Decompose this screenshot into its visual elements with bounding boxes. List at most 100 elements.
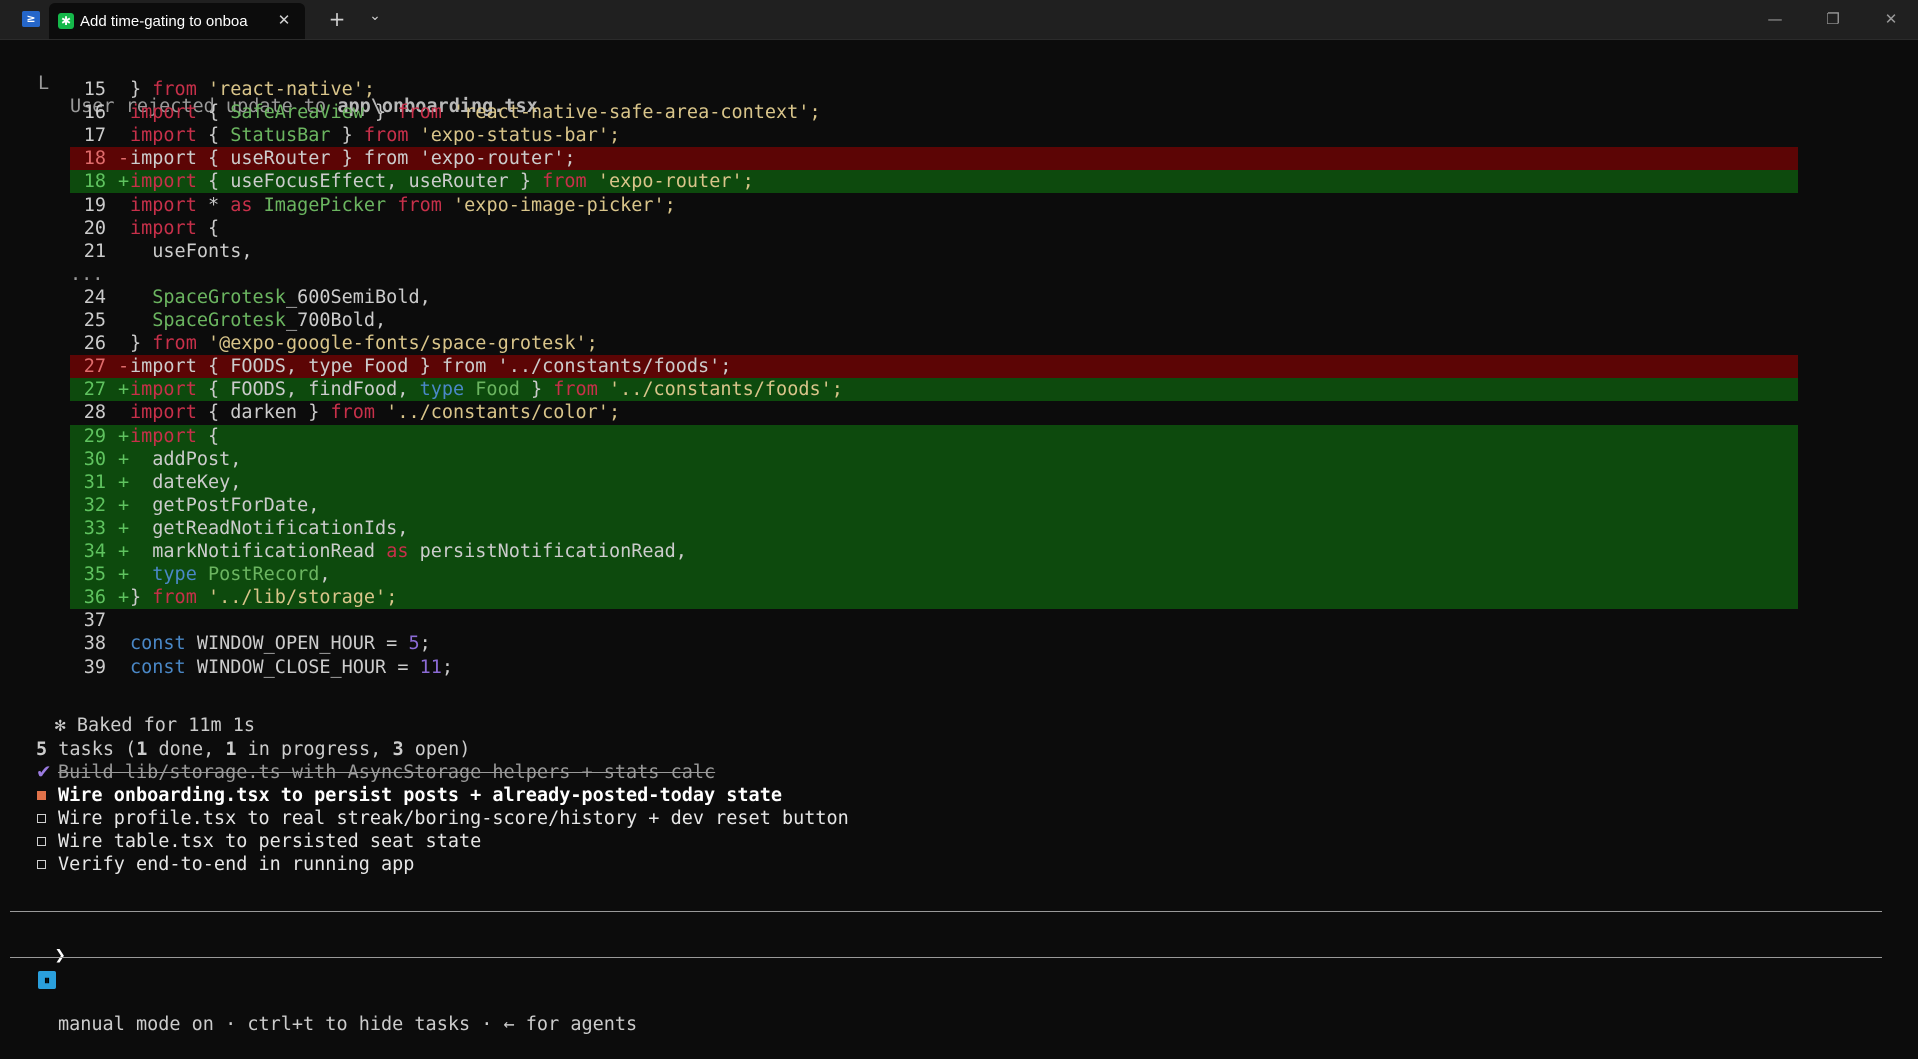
code-text: SpaceGrotesk_600SemiBold,	[130, 286, 430, 309]
terminal-output[interactable]: L User rejected update to app\onboarding…	[0, 39, 1918, 1035]
code-text: type PostRecord,	[130, 563, 330, 586]
code-text: useFonts,	[130, 240, 253, 263]
open-square-icon	[37, 837, 46, 847]
task-text: Verify end-to-end in running app	[58, 854, 415, 876]
status-text: Baked for 11m 1s	[76, 715, 256, 736]
claude-asterisk-icon: ✱	[58, 13, 74, 29]
code-token: StatusBar	[230, 125, 331, 147]
minimize-button[interactable]: —	[1752, 3, 1798, 35]
code-token: {	[196, 425, 220, 447]
code-token: {	[196, 102, 231, 124]
code-token: type	[419, 379, 465, 401]
code-token: useFonts,	[130, 240, 253, 262]
diff-line: 20 import {	[0, 217, 1900, 240]
diff-line: 24 SpaceGrotesk_600SemiBold,	[0, 286, 1900, 309]
chevron-down-icon[interactable]: ⌄	[361, 4, 389, 28]
code-token: from	[542, 171, 587, 193]
code-token: import	[130, 171, 197, 193]
code-token: SafeAreaView	[230, 102, 364, 124]
code-token: import	[130, 217, 197, 239]
task-item: Verify end-to-end in running app	[0, 853, 1000, 876]
code-token: {	[196, 217, 220, 239]
diff-line: 38 const WINDOW_OPEN_HOUR = 5;	[0, 632, 1900, 655]
code-token: *	[196, 194, 231, 216]
diff-line: 29 + import {	[0, 424, 1900, 448]
code-text: dateKey,	[130, 471, 241, 494]
code-token: '../constants/foods';	[597, 379, 843, 401]
line-number: 15	[83, 79, 106, 100]
code-text: import * as ImagePicker from 'expo-image…	[130, 194, 676, 217]
code-token: 'expo-router';	[586, 171, 754, 193]
code-text: } from '@expo-google-fonts/space-grotesk…	[130, 332, 598, 355]
diff-line: 25 SpaceGrotesk_700Bold,	[0, 309, 1900, 332]
code-token: type	[152, 564, 197, 586]
code-token: import	[130, 402, 197, 424]
code-text: getReadNotificationIds,	[130, 517, 408, 540]
code-text: import { useFocusEffect, useRouter } fro…	[130, 170, 754, 193]
code-text: markNotificationRead as persistNotificat…	[130, 540, 687, 563]
code-token: ;	[441, 656, 454, 678]
diff-line: 17 import { StatusBar } from 'expo-status…	[0, 124, 1900, 147]
code-token: }	[130, 79, 153, 100]
prompt-divider-top	[10, 911, 1882, 912]
diff-line: 36 +} from '../lib/storage';	[0, 586, 1900, 610]
line-number: 25	[83, 310, 106, 331]
close-window-button[interactable]: ✕	[1868, 3, 1914, 35]
title-bar: ≥ ✱ Add time-gating to onboa ✕ + ⌄ — ❐ ✕	[0, 0, 1918, 40]
code-token: import { FOODS, type Food } from '../con…	[130, 356, 732, 378]
line-number: 16	[83, 102, 106, 124]
line-number: 18	[83, 171, 106, 193]
line-number: 31	[83, 471, 106, 493]
code-token: '@expo-google-fonts/space-grotesk';	[196, 333, 598, 355]
added-line-highlight	[70, 470, 1798, 494]
diff-line: 34 + markNotificationRead as persistNotif…	[0, 540, 1900, 563]
diff-line: 37	[0, 609, 1900, 632]
code-token: 11	[419, 656, 442, 678]
code-token: 'expo-status-bar';	[408, 125, 621, 147]
line-number: 33	[83, 517, 106, 539]
code-token: ImagePicker	[252, 194, 398, 216]
code-token: { useFocusEffect, useRouter }	[196, 171, 543, 193]
task-item: ✔ Build lib/storage.ts with AsyncStorage …	[0, 761, 1000, 784]
line-number: 35	[83, 564, 106, 586]
task-text: Wire table.tsx to persisted seat state	[58, 831, 482, 853]
diff-line: 35 + type PostRecord,	[0, 563, 1900, 587]
code-text: import {	[130, 425, 219, 448]
code-token: { FOODS, findFood,	[196, 379, 420, 401]
line-number: ...	[70, 263, 104, 285]
code-token: ;	[419, 633, 431, 655]
tab-active[interactable]: ✱ Add time-gating to onboa ✕	[49, 3, 305, 39]
code-token: markNotificationRead	[130, 541, 387, 562]
diff-line: 26} from '@expo-google-fonts/space-grote…	[0, 332, 1900, 355]
restore-button[interactable]: ❐	[1810, 3, 1856, 35]
code-text: import { darken } from '../constants/col…	[130, 401, 620, 424]
code-token: from	[553, 379, 598, 401]
code-token: from	[397, 102, 442, 124]
code-token: }	[519, 379, 554, 401]
prompt-row[interactable]: ❯	[10, 921, 66, 966]
added-line-highlight	[70, 424, 1798, 448]
code-token: }	[330, 125, 364, 147]
code-token: 'react-native-safe-area-context';	[441, 102, 821, 124]
code-token: import	[130, 379, 197, 401]
line-number: 28	[83, 402, 106, 424]
code-token: }	[363, 102, 398, 124]
diff-line: 30 + addPost,	[0, 447, 1900, 471]
code-token: import	[130, 102, 197, 124]
line-number: 29	[83, 425, 106, 447]
code-token: import	[130, 125, 197, 147]
added-line-highlight	[70, 493, 1798, 517]
code-token: 'expo-image-picker';	[441, 194, 676, 216]
line-number: 34	[83, 541, 106, 562]
terminal-icon[interactable]: ≥	[22, 11, 40, 27]
code-token: '../constants/color';	[375, 402, 621, 424]
tab-close-icon[interactable]: ✕	[273, 9, 295, 31]
footer-text: manual mode on · ctrl+t to hide tasks · …	[58, 1014, 638, 1035]
code-text: getPostForDate,	[130, 494, 319, 517]
new-tab-button[interactable]: +	[323, 7, 351, 31]
pause-icon: ⏸	[38, 971, 56, 989]
code-token: PostRecord	[196, 564, 320, 586]
footer: ⏸ manual mode on · ctrl+t to hide tasks …	[0, 967, 900, 1035]
task-text: Wire onboarding.tsx to persist posts + a…	[58, 785, 782, 807]
